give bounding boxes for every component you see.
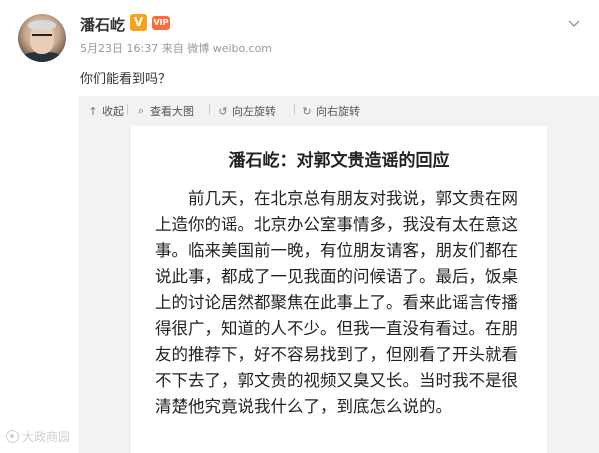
post-source[interactable]: 来自 微博 weibo.com [162,42,272,55]
collapse-button[interactable]: ↑ 收起 [87,103,124,119]
watermark-icon [6,430,19,443]
view-large-button[interactable]: ⌕ 查看大图 [135,103,194,119]
avatar-hair [28,20,56,30]
avatar-glasses [32,34,52,39]
article-line: 上的讨论居然都聚焦在此事上了。看来此谣言传播 [155,293,518,312]
rotate-right-label: 向右旋转 [316,105,360,118]
view-large-label: 查看大图 [150,105,194,118]
rotate-right-button[interactable]: ↻ 向右旋转 [301,103,360,119]
post-meta: 5月23日 16:37 来自 微博 weibo.com [80,40,272,56]
article-line: 前几天，在北京总有朋友对我说，郭文贵在网 [155,189,518,208]
rotate-left-icon: ↺ [218,104,228,118]
article-line: 得很广，知道的人不少。但我一直没有看过。在朋 [155,319,518,338]
vip-icon[interactable]: VIP [151,13,171,32]
watermark-text: 大政商园 [22,430,71,444]
rotate-right-icon: ↻ [302,104,312,118]
collapse-icon: ↑ [88,104,98,118]
media-toolbar: ↑ 收起 ⌕ 查看大图 ↺ 向左旋转 ↻ 向右旋转 [79,96,599,122]
watermark: 大政商园 [6,428,70,445]
article-line: 事。临来美国前一晚，有位朋友请客，朋友们都在 [155,241,518,260]
article-title: 潘石屹：对郭文贵造谣的回应 [228,151,450,171]
toolbar-divider [127,104,128,115]
post-date[interactable]: 5月23日 16:37 [80,42,158,55]
toolbar-divider [294,104,295,115]
media-panel: ↑ 收起 ⌕ 查看大图 ↺ 向左旋转 ↻ 向右旋转 潘石屹：对郭文贵造谣的回应 … [79,96,599,453]
post-text: 你们能看到吗？ [80,72,172,87]
rotate-left-label: 向左旋转 [232,105,276,118]
post-header: 潘石屹 V VIP 5月23日 16:37 来自 微博 weibo.com 你们… [0,0,599,96]
article-line: 说此事，都成了一见我面的问候语了。最后，饭桌 [155,267,518,286]
chevron-down-icon[interactable] [566,16,582,32]
article-image[interactable]: 潘石屹：对郭文贵造谣的回应 前几天，在北京总有朋友对我说，郭文贵在网 上造你的谣… [131,126,547,453]
article-line: 友的推荐下，好不容易找到了，但刚看了开头就看 [155,345,518,364]
rotate-left-button[interactable]: ↺ 向左旋转 [217,103,276,119]
article-line: 清楚他究竟说我什么了，到底怎么说的。 [155,397,452,416]
author-avatar[interactable] [18,14,66,62]
author-name[interactable]: 潘石屹 [80,14,125,35]
vip-badge-label: VIP [152,16,170,30]
verified-icon: V [130,14,147,31]
toolbar-divider [209,104,210,115]
magnify-icon: ⌕ [137,104,145,117]
article-body: 前几天，在北京总有朋友对我说，郭文贵在网 上造你的谣。北京办公室事情多，我没有太… [155,186,527,420]
article-line: 上造你的谣。北京办公室事情多，我没有太在意这 [155,215,518,234]
article-line: 不下去了，郭文贵的视频又臭又长。当时我不是很 [155,371,518,390]
collapse-label: 收起 [102,105,124,118]
